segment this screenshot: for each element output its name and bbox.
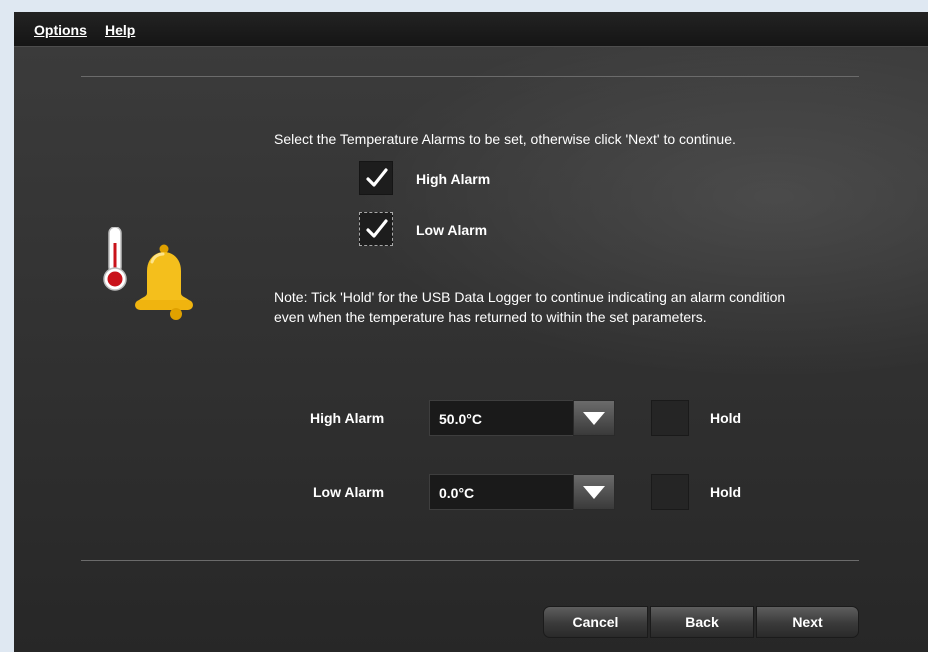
low-alarm-dropdown-button[interactable] [573,474,615,510]
low-alarm-hold-label: Hold [710,484,742,500]
low-alarm-checkbox-label: Low Alarm [416,222,488,238]
next-button-label: Next [792,614,823,630]
cancel-button[interactable]: Cancel [543,606,648,638]
low-alarm-value: 0.0°C [439,485,475,501]
app-window: Options Help Select the Temperature Alar… [14,12,928,652]
high-alarm-dropdown-button[interactable] [573,400,615,436]
menu-bar: Options Help [14,12,928,47]
low-alarm-dropdown[interactable]: 0.0°C [429,474,615,510]
high-alarm-label: High Alarm [310,410,385,426]
top-divider [81,76,859,77]
menu-help[interactable]: Help [105,22,135,38]
bottom-divider [81,560,859,561]
chevron-down-icon [583,412,605,425]
note-text: Note: Tick 'Hold' for the USB Data Logge… [274,289,786,325]
high-alarm-value: 50.0°C [439,411,482,427]
low-alarm-label: Low Alarm [313,484,385,500]
menu-options[interactable]: Options [34,22,87,38]
back-button[interactable]: Back [650,606,754,638]
low-alarm-checkbox[interactable] [359,212,393,246]
chevron-down-icon [583,486,605,499]
high-alarm-dropdown[interactable]: 50.0°C [429,400,615,436]
checkmark-icon [366,168,388,187]
high-alarm-checkbox[interactable] [359,161,393,195]
next-button[interactable]: Next [756,606,859,638]
back-button-label: Back [685,614,719,630]
cancel-button-label: Cancel [572,614,619,630]
wizard-panel: Select the Temperature Alarms to be set,… [14,47,928,652]
intro-text: Select the Temperature Alarms to be set,… [274,131,736,147]
thermometer-bell-icon [103,227,193,320]
low-alarm-hold-checkbox[interactable] [651,474,689,510]
high-alarm-checkbox-label: High Alarm [416,171,491,187]
high-alarm-hold-checkbox[interactable] [651,400,689,436]
checkmark-icon [366,219,388,238]
high-alarm-hold-label: Hold [710,410,742,426]
